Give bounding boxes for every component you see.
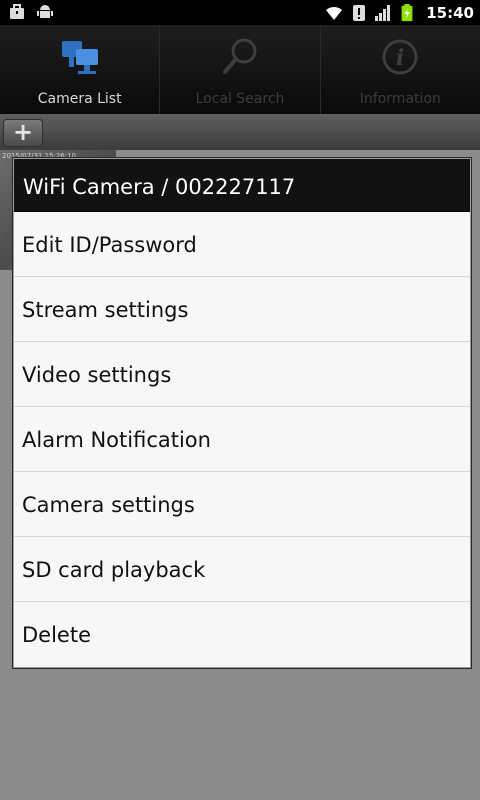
svg-text:i: i [396,45,404,71]
menu-item-sd-card-playback[interactable]: SD card playback [14,537,470,602]
menu-item-camera-settings[interactable]: Camera settings [14,472,470,537]
dialog-title: WiFi Camera / 002227117 [14,159,470,212]
status-right-icons: 15:40 [324,0,474,25]
battery-icon [401,3,413,21]
tab-bar: Camera List Local Search i Information [0,25,480,114]
context-menu-dialog: WiFi Camera / 002227117 Edit ID/Password… [13,158,471,668]
tab-information[interactable]: i Information [321,25,480,114]
wifi-icon [326,6,343,20]
tab-label: Local Search [195,91,285,107]
briefcase-icon [10,4,24,19]
info-icon: i [382,39,418,75]
add-camera-button[interactable]: + [3,119,43,147]
signal-icon [375,4,391,21]
tab-label: Camera List [37,91,122,107]
tab-local-search[interactable]: Local Search [160,25,321,114]
toolbar: + [0,114,480,150]
menu-item-video-settings[interactable]: Video settings [14,342,470,407]
menu-item-edit-id-password[interactable]: Edit ID/Password [14,212,470,277]
status-clock: 15:40 [426,3,474,22]
menu-item-alarm-notification[interactable]: Alarm Notification [14,407,470,472]
menu-item-stream-settings[interactable]: Stream settings [14,277,470,342]
app-screen: 15:40 Camera List Local Search i Informa… [0,0,480,800]
alert-icon [353,4,366,21]
status-bar: 15:40 [0,0,480,25]
android-icon [37,5,53,18]
tab-camera-list[interactable]: Camera List [0,25,161,114]
status-left-icons [8,3,54,21]
camera-list-icon [61,41,98,74]
tab-label: Information [359,91,441,107]
search-icon [222,38,257,74]
menu-item-delete[interactable]: Delete [14,602,470,666]
